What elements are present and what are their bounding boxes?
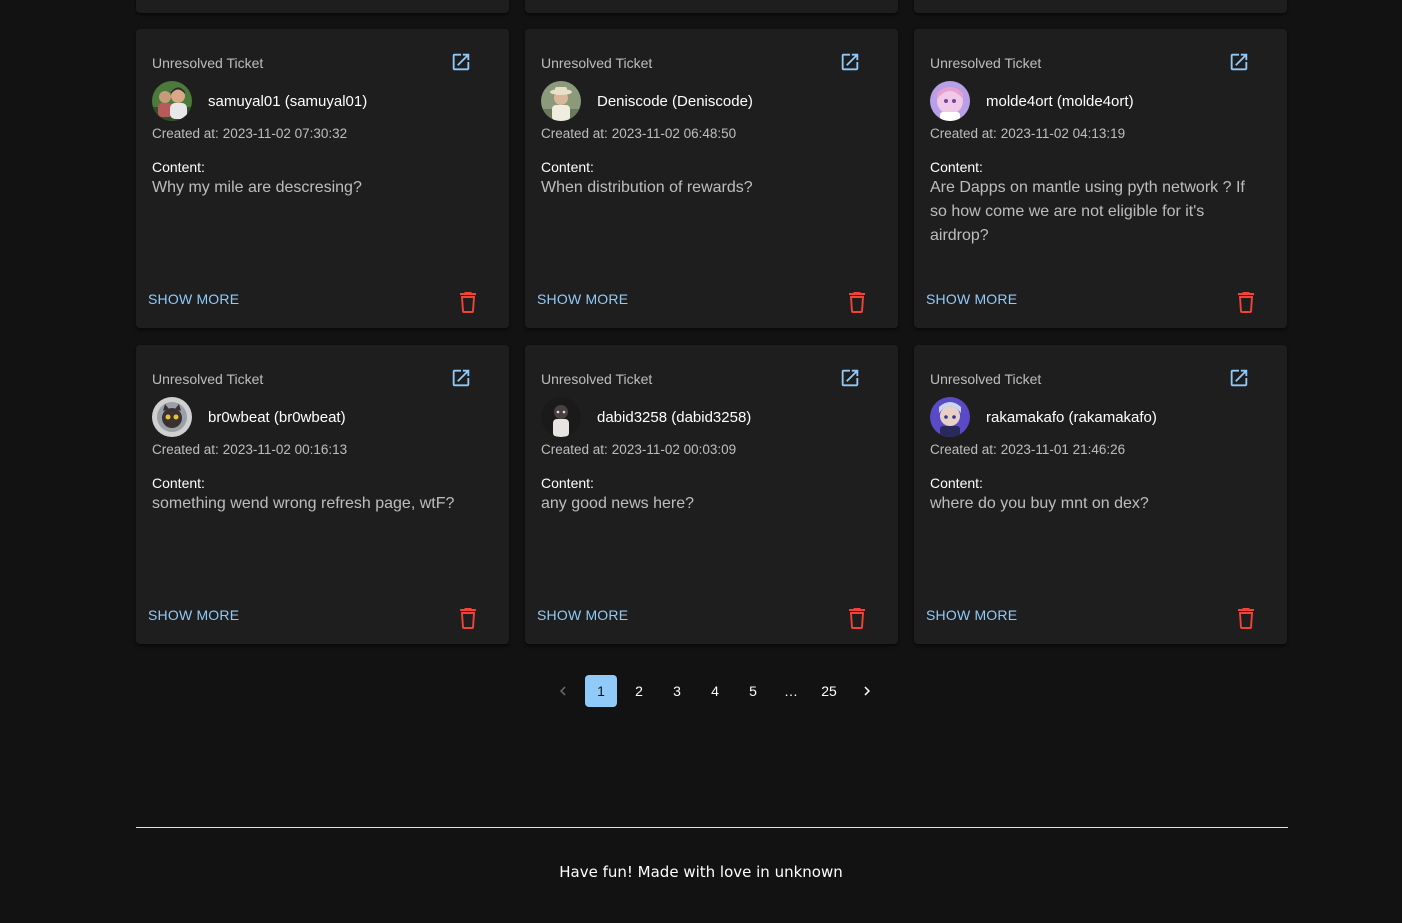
created-at-value: 2023-11-02 00:03:09: [611, 442, 737, 457]
ticket-card: Unresolved Ticket samuyal01 (samuyal01) …: [136, 29, 509, 328]
chevron-left-icon[interactable]: [547, 675, 579, 707]
show-more-button[interactable]: SHOW MORE: [530, 287, 635, 311]
username: dabid3258 (dabid3258): [597, 408, 752, 426]
ticket-grid: Unresolved Ticket samuyal01 (samuyal01) …: [136, 29, 1287, 645]
footer-text: Have fun! Made with love in unknown: [559, 863, 843, 881]
user-row: dabid3258 (dabid3258): [541, 397, 751, 437]
created-at-value: 2023-11-02 04:13:19: [1000, 126, 1126, 141]
trash-icon[interactable]: [1236, 291, 1256, 313]
username: samuyal01 (samuyal01): [208, 92, 368, 110]
created-at-value: 2023-11-02 07:30:32: [222, 126, 348, 141]
ticket-card-partial: [525, 0, 898, 13]
user-row: br0wbeat (br0wbeat): [152, 397, 346, 437]
username: br0wbeat (br0wbeat): [208, 408, 346, 426]
content-text: where do you buy mnt on dex?: [930, 495, 1149, 512]
show-more-button[interactable]: SHOW MORE: [530, 603, 635, 627]
ticket-card: Unresolved Ticket br0wbeat (br0wbeat) Cr…: [136, 345, 509, 644]
username: Deniscode (Deniscode): [597, 92, 753, 110]
created-at: Created at: 2023-11-02 00:16:13: [152, 442, 347, 457]
username: molde4ort (molde4ort): [986, 92, 1134, 110]
trash-icon[interactable]: [458, 607, 478, 629]
page-button-4[interactable]: 4: [699, 675, 731, 707]
ticket-card-partial: [136, 0, 509, 13]
content-label: Content:: [152, 159, 205, 175]
created-at-label: Created at:: [541, 126, 608, 141]
content-text: something wend wrong refresh page, wtF?: [152, 495, 455, 512]
trash-icon[interactable]: [847, 291, 867, 313]
avatar: [541, 81, 581, 121]
ticket-card: Unresolved Ticket rakamakafo (rakamakafo…: [914, 345, 1287, 644]
created-at-value: 2023-11-02 06:48:50: [611, 126, 737, 141]
user-row: samuyal01 (samuyal01): [152, 81, 367, 121]
content-text: When distribution of rewards?: [541, 179, 753, 196]
content-label: Content:: [152, 475, 205, 491]
page-ellipsis: …: [784, 683, 798, 699]
previous-row-cards: [136, 0, 1287, 13]
created-at: Created at: 2023-11-02 00:03:09: [541, 442, 736, 457]
created-at: Created at: 2023-11-02 06:48:50: [541, 126, 736, 141]
open-in-new-icon[interactable]: [1228, 51, 1250, 73]
ticket-card: Unresolved Ticket molde4ort (molde4ort) …: [914, 29, 1287, 328]
content-text: Why my mile are descresing?: [152, 179, 362, 196]
content-label: Content:: [541, 475, 594, 491]
created-at: Created at: 2023-11-02 07:30:32: [152, 126, 347, 141]
open-in-new-icon[interactable]: [450, 367, 472, 389]
content-text: Are Dapps on mantle using pyth network ?…: [930, 179, 1245, 244]
content-label: Content:: [541, 159, 594, 175]
page-button-1[interactable]: 1: [585, 675, 617, 707]
content-label: Content:: [930, 159, 983, 175]
ticket-status: Unresolved Ticket: [152, 371, 264, 387]
trash-icon[interactable]: [847, 607, 867, 629]
ticket-card-partial: [914, 0, 1287, 13]
ticket-status: Unresolved Ticket: [152, 55, 264, 71]
trash-icon[interactable]: [1236, 607, 1256, 629]
page-button-25[interactable]: 25: [813, 675, 845, 707]
avatar: [930, 397, 970, 437]
created-at: Created at: 2023-11-02 04:13:19: [930, 126, 1125, 141]
trash-icon[interactable]: [458, 291, 478, 313]
pagination: 1 2 3 4 5 … 25: [544, 675, 886, 707]
avatar: [152, 81, 192, 121]
created-at-label: Created at:: [930, 442, 997, 457]
created-at-value: 2023-11-01 21:46:26: [1000, 442, 1126, 457]
user-row: rakamakafo (rakamakafo): [930, 397, 1157, 437]
page-button-5[interactable]: 5: [737, 675, 769, 707]
open-in-new-icon[interactable]: [839, 367, 861, 389]
username: rakamakafo (rakamakafo): [986, 408, 1157, 426]
chevron-right-icon[interactable]: [851, 675, 883, 707]
page-button-3[interactable]: 3: [661, 675, 693, 707]
avatar: [152, 397, 192, 437]
ticket-card: Unresolved Ticket dabid3258 (dabid3258) …: [525, 345, 898, 644]
created-at: Created at: 2023-11-01 21:46:26: [930, 442, 1125, 457]
footer-divider: [136, 827, 1288, 828]
open-in-new-icon[interactable]: [1228, 367, 1250, 389]
ticket-status: Unresolved Ticket: [541, 55, 653, 71]
content-label: Content:: [930, 475, 983, 491]
user-row: Deniscode (Deniscode): [541, 81, 753, 121]
page-button-2[interactable]: 2: [623, 675, 655, 707]
created-at-label: Created at:: [152, 126, 219, 141]
content-text: any good news here?: [541, 495, 694, 512]
ticket-status: Unresolved Ticket: [930, 371, 1042, 387]
created-at-label: Created at:: [541, 442, 608, 457]
open-in-new-icon[interactable]: [450, 51, 472, 73]
open-in-new-icon[interactable]: [839, 51, 861, 73]
show-more-button[interactable]: SHOW MORE: [919, 603, 1024, 627]
ticket-status: Unresolved Ticket: [930, 55, 1042, 71]
avatar: [930, 81, 970, 121]
ticket-status: Unresolved Ticket: [541, 371, 653, 387]
ticket-card: Unresolved Ticket Deniscode (Deniscode) …: [525, 29, 898, 328]
created-at-value: 2023-11-02 00:16:13: [222, 442, 348, 457]
show-more-button[interactable]: SHOW MORE: [141, 287, 246, 311]
created-at-label: Created at:: [930, 126, 997, 141]
show-more-button[interactable]: SHOW MORE: [919, 287, 1024, 311]
user-row: molde4ort (molde4ort): [930, 81, 1134, 121]
avatar: [541, 397, 581, 437]
show-more-button[interactable]: SHOW MORE: [141, 603, 246, 627]
created-at-label: Created at:: [152, 442, 219, 457]
